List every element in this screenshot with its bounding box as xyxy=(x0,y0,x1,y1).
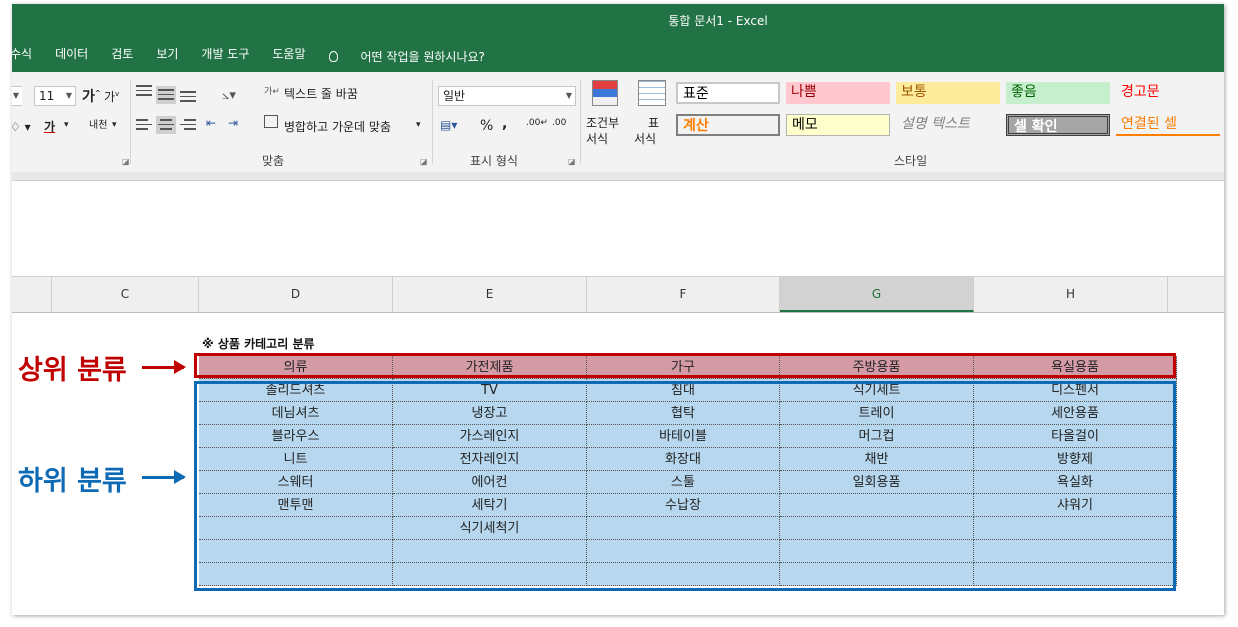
alignment-dialog-launcher-icon[interactable]: ◪ xyxy=(420,157,428,166)
font-size-combo[interactable]: 11 ▼ xyxy=(34,86,76,106)
style-bad[interactable]: 나쁨 xyxy=(786,82,890,104)
orientation-icon[interactable]: ᅟ⦣▾ xyxy=(210,84,236,103)
percent-style-button[interactable]: % xyxy=(480,118,493,134)
increase-indent-icon[interactable]: ⇥ xyxy=(228,116,238,130)
style-good[interactable]: 좋음 xyxy=(1006,82,1110,104)
formula-bar-area xyxy=(12,172,1224,181)
column-header-row: C D E F G H xyxy=(12,276,1224,313)
align-left-icon[interactable] xyxy=(134,116,154,134)
format-as-table-label-2[interactable]: 서식 xyxy=(634,130,656,147)
decrease-font-icon[interactable]: 가v xyxy=(104,88,119,105)
merge-center-icon xyxy=(264,115,278,128)
style-calculation[interactable]: 계산 xyxy=(676,114,780,136)
style-linked-cell[interactable]: 연결된 셀 xyxy=(1116,114,1220,136)
decrease-decimal-icon[interactable]: .00 xyxy=(552,118,566,128)
style-normal[interactable]: 표준 xyxy=(676,82,780,104)
lower-category-annotation: 하위 분류 xyxy=(18,466,127,497)
align-bottom-icon[interactable] xyxy=(178,88,198,106)
tab-view[interactable]: 보기 xyxy=(156,45,178,67)
phonetic-dropdown-icon[interactable]: ▾ xyxy=(112,120,117,130)
tab-help[interactable]: 도움말 xyxy=(272,45,305,67)
number-dialog-launcher-icon[interactable]: ◪ xyxy=(568,157,576,166)
font-name-combo-edge[interactable]: ▼ xyxy=(12,86,22,106)
column-header-d[interactable]: D xyxy=(199,277,393,312)
lower-category-highlight xyxy=(194,381,1176,591)
column-header-e[interactable]: E xyxy=(393,277,587,312)
ribbon-tabs: 수식 데이터 검토 보기 개발 도구 도움말 어떤 작업을 원하시나요? xyxy=(12,45,531,67)
style-check-cell[interactable]: 셀 확인 xyxy=(1006,114,1110,136)
comma-style-button[interactable]: , xyxy=(502,116,507,132)
ribbon: ▼ 11 ▼ 가^ 가v ♢ ▾ 가 ▾ 내천 ▾ ◪ ᅟ⦣▾ ⇤ ⇥ 가↵ 텍스… xyxy=(12,72,1224,173)
column-header-i-edge[interactable] xyxy=(1168,277,1224,312)
conditional-format-label-1[interactable]: 조건부 xyxy=(586,114,619,131)
format-as-table-icon xyxy=(638,80,666,106)
separator xyxy=(130,80,131,164)
excel-window: 통합 문서1 - Excel 수식 데이터 검토 보기 개발 도구 도움말 어떤… xyxy=(12,4,1224,615)
column-header-f[interactable]: F xyxy=(587,277,780,312)
conditional-format-label-2[interactable]: 서식 xyxy=(586,130,608,147)
increase-decimal-icon[interactable]: .00↵ xyxy=(526,118,548,128)
fill-color-icon[interactable]: ♢ ▾ xyxy=(12,120,31,134)
phonetic-guide-icon[interactable]: 내천 xyxy=(89,116,107,131)
number-format-combo[interactable]: 일반 ▼ xyxy=(438,86,576,106)
tab-review[interactable]: 검토 xyxy=(111,45,133,67)
column-header-c[interactable]: C xyxy=(52,277,199,312)
lightbulb-icon xyxy=(328,50,338,62)
style-warning[interactable]: 경고문 xyxy=(1116,82,1220,104)
align-center-icon[interactable] xyxy=(156,116,176,134)
style-explanatory[interactable]: 설명 텍스트 xyxy=(896,114,1000,136)
font-color-dropdown-icon[interactable]: ▾ xyxy=(64,120,69,130)
tell-me-text: 어떤 작업을 원하시나요? xyxy=(360,49,485,64)
tell-me-search[interactable]: 어떤 작업을 원하시나요? xyxy=(328,45,508,67)
wrap-text-icon: 가↵ xyxy=(264,87,280,97)
alignment-group-label: 맞춤 xyxy=(262,154,285,168)
align-top-icon[interactable] xyxy=(134,82,154,100)
separator xyxy=(580,80,581,164)
increase-font-icon[interactable]: 가^ xyxy=(82,86,101,106)
merge-center-button[interactable]: 병합하고 가운데 맞춤 xyxy=(284,118,391,135)
align-right-icon[interactable] xyxy=(178,116,198,134)
upper-category-annotation: 상위 분류 xyxy=(18,355,127,386)
decrease-indent-icon[interactable]: ⇤ xyxy=(206,116,216,130)
tab-developer[interactable]: 개발 도구 xyxy=(201,45,249,67)
styles-group-label: 스타일 xyxy=(894,154,928,168)
wrap-text-button[interactable]: 텍스트 줄 바꿈 xyxy=(284,85,358,102)
format-as-table-label-1[interactable]: 표 xyxy=(648,114,659,131)
font-dialog-launcher-icon[interactable]: ◪ xyxy=(122,157,130,166)
tab-data[interactable]: 데이터 xyxy=(55,45,88,67)
column-header-h[interactable]: H xyxy=(974,277,1168,312)
tab-formulas[interactable]: 수식 xyxy=(12,45,32,67)
column-header-g[interactable]: G xyxy=(780,277,974,312)
font-color-icon[interactable]: 가 xyxy=(44,118,55,135)
upper-arrow-icon xyxy=(142,360,186,374)
accounting-format-icon[interactable]: ▤▾ xyxy=(440,118,457,132)
conditional-format-icon xyxy=(592,80,618,106)
window-title: 통합 문서1 - Excel xyxy=(668,14,768,28)
style-memo[interactable]: 메모 xyxy=(786,114,890,136)
upper-category-highlight xyxy=(194,353,1176,378)
column-header-b-edge[interactable] xyxy=(12,277,52,312)
separator xyxy=(432,80,433,164)
sheet-caption: ※ 상품 카테고리 분류 xyxy=(202,337,315,351)
title-bar: 통합 문서1 - Excel 수식 데이터 검토 보기 개발 도구 도움말 어떤… xyxy=(12,4,1224,72)
merge-dropdown-icon[interactable]: ▾ xyxy=(416,120,421,130)
lower-arrow-icon xyxy=(142,470,186,484)
align-middle-icon[interactable] xyxy=(156,86,176,104)
number-group-label: 표시 형식 xyxy=(470,154,518,168)
style-neutral[interactable]: 보통 xyxy=(896,82,1000,104)
